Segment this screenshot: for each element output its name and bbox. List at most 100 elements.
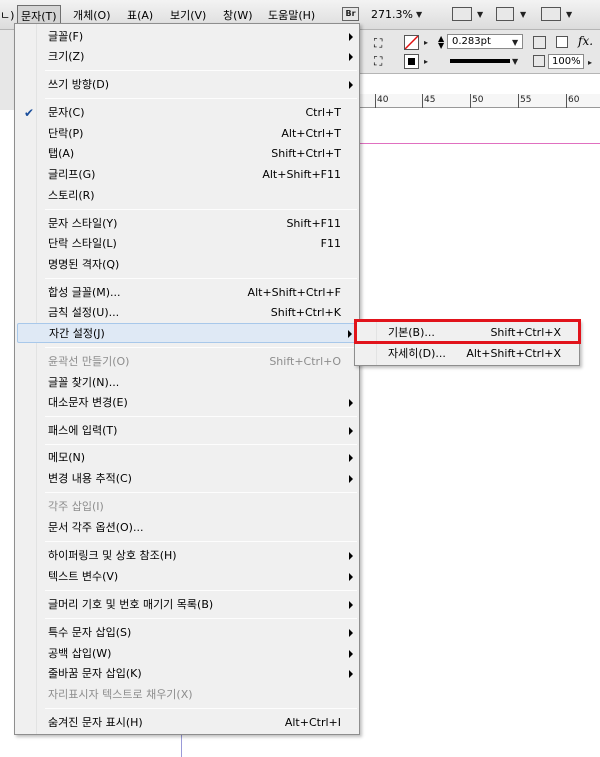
- view-options-dropdown-icon[interactable]: ▼: [477, 10, 483, 19]
- checkmark-icon: ✔: [24, 106, 35, 120]
- fill-arrow-icon[interactable]: ▸: [424, 38, 428, 47]
- zoom-dropdown-icon[interactable]: ▼: [416, 10, 422, 19]
- effects-icon[interactable]: fx.: [578, 34, 593, 48]
- highlight-annotation-box: [354, 319, 581, 344]
- zoom-level[interactable]: 271.3%: [371, 8, 413, 21]
- opacity-field[interactable]: 100%: [548, 54, 584, 69]
- menu-separator: [45, 347, 357, 348]
- menu-item-footnote-options[interactable]: 문서 각주 옵션(O)...: [17, 518, 357, 538]
- menu-help[interactable]: 도움말(H): [268, 7, 315, 23]
- menu-item-paragraph-styles[interactable]: 단락 스타일(L) F11: [17, 234, 357, 254]
- menu-table[interactable]: 표(A): [127, 7, 153, 23]
- menu-item-insert-special-character[interactable]: 특수 문자 삽입(S): [17, 623, 357, 643]
- ruler-label: 40: [377, 95, 389, 105]
- menu-item-notes[interactable]: 메모(N): [17, 448, 357, 468]
- menu-item-character[interactable]: ✔ 문자(C) Ctrl+T: [17, 103, 357, 123]
- submenu-arrow-icon: [349, 399, 353, 407]
- menu-item-track-changes[interactable]: 변경 내용 추적(C): [17, 469, 357, 489]
- flip-icon[interactable]: ⛶: [374, 54, 382, 69]
- menu-item-size[interactable]: 크기(Z): [17, 47, 357, 67]
- menu-separator: [45, 541, 357, 542]
- menu-item-glyphs[interactable]: 글리프(G) Alt+Shift+F11: [17, 165, 357, 185]
- ruler-tick: [470, 94, 471, 108]
- ruler-label: 45: [424, 95, 436, 105]
- menu-separator: [45, 590, 357, 591]
- menu-separator: [45, 492, 357, 493]
- arrange-dropdown-icon[interactable]: ▼: [566, 10, 572, 19]
- menu-object[interactable]: 개체(O): [73, 7, 110, 23]
- submenu-arrow-icon: [349, 33, 353, 41]
- menu-window[interactable]: 창(W): [223, 7, 253, 23]
- margin-guide: [360, 143, 600, 144]
- menu-item-character-styles[interactable]: 문자 스타일(Y) Shift+F11: [17, 214, 357, 234]
- bridge-icon[interactable]: Br: [342, 7, 359, 21]
- menu-item-fill-placeholder-text[interactable]: 자리표시자 텍스트로 채우기(X): [17, 685, 357, 705]
- menu-item-insert-footnote[interactable]: 각주 삽입(I): [17, 497, 357, 517]
- ruler-tick: [422, 94, 423, 108]
- menu-item-type-on-path[interactable]: 패스에 입력(T): [17, 421, 357, 441]
- stroke-type-dropdown-icon[interactable]: ▼: [512, 57, 518, 66]
- menu-separator: [45, 278, 357, 279]
- submenu-arrow-icon: [349, 650, 353, 658]
- menu-separator: [45, 444, 357, 445]
- menu-item-bullets-numbering[interactable]: 글머리 기호 및 번호 매기기 목록(B): [17, 595, 357, 615]
- stroke-weight-dropdown-icon[interactable]: ▼: [512, 38, 518, 47]
- stroke-stepper-icon[interactable]: ▲ ▼: [438, 35, 444, 50]
- menu-item-kinsoku[interactable]: 금칙 설정(U)... Shift+Ctrl+K: [17, 303, 357, 323]
- submenu-arrow-icon: [349, 629, 353, 637]
- rotate-icon[interactable]: ⛶: [374, 36, 382, 51]
- ruler-tick: [518, 94, 519, 108]
- opacity-arrow-icon[interactable]: ▸: [588, 58, 592, 67]
- menu-item-find-font[interactable]: 글꼴 찾기(N)...: [17, 373, 357, 393]
- menu-item-named-grids[interactable]: 명명된 격자(Q): [17, 255, 357, 275]
- screen-mode-icon[interactable]: [496, 7, 514, 21]
- menu-item-writing-direction[interactable]: 쓰기 방향(D): [17, 75, 357, 95]
- view-options-icon[interactable]: [452, 7, 472, 21]
- type-menu: 글꼴(F) 크기(Z) 쓰기 방향(D) ✔ 문자(C) Ctrl+T 단락(P) A…: [14, 23, 360, 735]
- submenu-arrow-icon: [349, 454, 353, 462]
- stroke-type-swatch[interactable]: [447, 53, 517, 69]
- ruler-tick: [566, 94, 567, 108]
- menu-item-font[interactable]: 글꼴(F): [17, 27, 357, 47]
- menu-item-story[interactable]: 스토리(R): [17, 186, 357, 206]
- menu-item-insert-break[interactable]: 줄바꿈 문자 삽입(K): [17, 664, 357, 684]
- menu-item-create-outlines[interactable]: 윤곽선 만들기(O) Shift+Ctrl+O: [17, 352, 357, 372]
- ruler-label: 60: [568, 95, 580, 105]
- submenu-arrow-icon: [349, 601, 353, 609]
- submenu-arrow-icon: [349, 573, 353, 581]
- menu-item-composite-fonts[interactable]: 합성 글꼴(M)... Alt+Shift+Ctrl+F: [17, 283, 357, 303]
- menu-item-text-variables[interactable]: 텍스트 변수(V): [17, 567, 357, 587]
- menu-item-change-case[interactable]: 대소문자 변경(E): [17, 393, 357, 413]
- corner-options-icon[interactable]: [533, 36, 546, 49]
- menu-separator: [45, 70, 357, 71]
- menu-separator: [45, 209, 357, 210]
- stroke-swatch-icon[interactable]: [404, 54, 419, 69]
- arrange-documents-icon[interactable]: [541, 7, 561, 21]
- menu-view[interactable]: 보기(V): [170, 7, 206, 23]
- menu-item-show-hidden-characters[interactable]: 숨겨진 문자 표시(H) Alt+Ctrl+I: [17, 713, 357, 733]
- menu-separator: [45, 618, 357, 619]
- submenu-arrow-icon: [349, 670, 353, 678]
- menu-item-mojikumi[interactable]: 자간 설정(J): [17, 323, 357, 343]
- submenu-arrow-icon: [349, 53, 353, 61]
- toolbar-strip: [0, 30, 14, 110]
- submenu-arrow-icon: [349, 475, 353, 483]
- submenu-item-detailed[interactable]: 자세히(D)... Alt+Shift+Ctrl+X: [357, 344, 577, 364]
- submenu-arrow-icon: [349, 552, 353, 560]
- drop-shadow-icon[interactable]: [556, 36, 568, 48]
- menu-separator: [45, 416, 357, 417]
- menu-item-paragraph[interactable]: 단락(P) Alt+Ctrl+T: [17, 124, 357, 144]
- menu-layout[interactable]: ㄴ): [0, 7, 14, 23]
- opacity-icon[interactable]: [533, 55, 545, 67]
- ruler-label: 50: [472, 95, 484, 105]
- menu-item-hyperlinks[interactable]: 하이퍼링크 및 상호 참조(H): [17, 546, 357, 566]
- screen-mode-dropdown-icon[interactable]: ▼: [520, 10, 526, 19]
- menu-item-tabs[interactable]: 탭(A) Shift+Ctrl+T: [17, 144, 357, 164]
- stroke-arrow-icon[interactable]: ▸: [424, 57, 428, 66]
- ruler-label: 55: [520, 95, 532, 105]
- menu-item-insert-white-space[interactable]: 공백 삽입(W): [17, 644, 357, 664]
- fill-swatch-none-icon[interactable]: [404, 35, 419, 50]
- submenu-arrow-icon: [348, 330, 352, 338]
- ruler-tick: [375, 94, 376, 108]
- submenu-arrow-icon: [349, 81, 353, 89]
